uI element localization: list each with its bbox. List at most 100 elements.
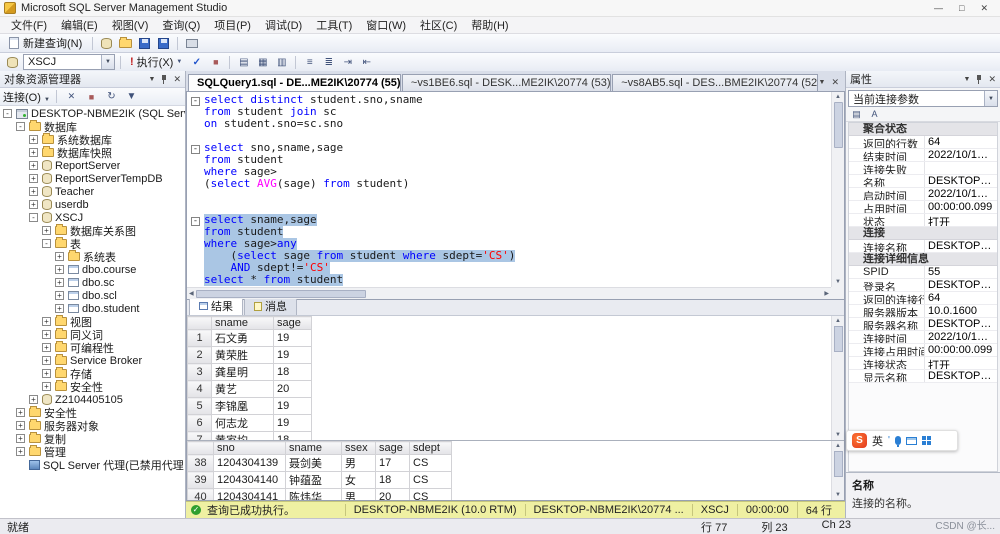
new-query-button[interactable]: 新建查询(N) xyxy=(4,34,87,52)
parse-query-icon[interactable]: ✓ xyxy=(188,55,205,70)
scrollbar-thumb[interactable] xyxy=(834,451,843,477)
expand-icon[interactable]: + xyxy=(29,200,38,209)
property-row[interactable]: 占用时间00:00:00.099 xyxy=(849,201,997,214)
maximize-icon[interactable]: □ xyxy=(951,3,972,14)
code-line[interactable]: (select AVG(sage) from student) xyxy=(187,178,831,190)
tree-item[interactable]: -DESKTOP-NBME2IK (SQL Server 10.0.160 xyxy=(0,107,185,120)
grid-cell[interactable]: 黄荣胜 xyxy=(212,347,274,364)
tree-item[interactable]: +ReportServerTempDB xyxy=(0,172,185,185)
collapse-icon[interactable]: - xyxy=(3,109,12,118)
tree-item[interactable]: +安全性 xyxy=(0,380,185,393)
property-value[interactable]: DESKTOP-NBME2I xyxy=(925,279,997,291)
chevron-down-icon[interactable]: ▼ xyxy=(149,76,156,83)
tree-item[interactable]: +存储 xyxy=(0,367,185,380)
grid-row-header[interactable]: 4 xyxy=(188,381,212,398)
property-category[interactable]: 聚合状态 xyxy=(849,123,997,136)
grid-cell[interactable]: 黄家均 xyxy=(212,432,274,441)
tree-item[interactable]: +管理 xyxy=(0,445,185,458)
grid-cell[interactable]: 何志龙 xyxy=(212,415,274,432)
scrollbar-thumb[interactable] xyxy=(196,290,366,298)
expand-icon[interactable]: + xyxy=(55,291,64,300)
property-row[interactable]: 结束时间2022/10/14 11:11:4 xyxy=(849,149,997,162)
grid-cell[interactable]: 男 xyxy=(342,489,376,501)
scrollbar-thumb[interactable] xyxy=(834,326,843,352)
collapse-icon[interactable]: - xyxy=(29,213,38,222)
tree-item[interactable]: +Z2104405105 xyxy=(0,393,185,406)
grid-cell[interactable]: 陈炜华 xyxy=(286,489,342,501)
filter-icon[interactable]: ▼ xyxy=(123,89,140,104)
fold-collapse-icon[interactable]: - xyxy=(191,217,200,226)
expand-icon[interactable]: + xyxy=(16,408,25,417)
menu-item[interactable]: 调试(D) xyxy=(258,16,309,34)
tree-item[interactable]: -数据库 xyxy=(0,120,185,133)
property-category[interactable]: 连接详细信息 xyxy=(849,253,997,266)
fold-gutter[interactable]: - xyxy=(187,94,204,106)
code-text[interactable]: on student.sno=sc.sno xyxy=(204,118,343,130)
cancel-query-icon[interactable]: ■ xyxy=(207,55,224,70)
tree-item[interactable]: -XSCJ xyxy=(0,211,185,224)
grid-cell[interactable]: 19 xyxy=(274,398,312,415)
tree-item[interactable]: +系统数据库 xyxy=(0,133,185,146)
ime-language-label[interactable]: 英 xyxy=(872,433,883,449)
property-row[interactable]: 服务器名称DESKTOP-NBME2I xyxy=(849,318,997,331)
grid-cell[interactable]: 女 xyxy=(342,472,376,489)
tree-item[interactable]: +userdb xyxy=(0,198,185,211)
expand-icon[interactable]: + xyxy=(42,369,51,378)
grid-cell[interactable]: 龚星明 xyxy=(212,364,274,381)
property-value[interactable]: 00:00:00.099 xyxy=(925,201,997,213)
grid-cell[interactable]: 石文勇 xyxy=(212,330,274,347)
grid-cell[interactable]: 18 xyxy=(274,364,312,381)
grid-cell[interactable]: 聂剑美 xyxy=(286,455,342,472)
tree-item[interactable]: +视图 xyxy=(0,315,185,328)
grid-vertical-scrollbar[interactable]: ▲ ▼ xyxy=(831,441,844,500)
outdent-icon[interactable]: ⇤ xyxy=(358,55,375,70)
grid-column-header[interactable]: sname xyxy=(286,442,342,455)
property-value[interactable]: 2022/10/14 11:11:4 xyxy=(925,149,997,161)
toolbox-icon[interactable] xyxy=(922,436,931,445)
property-row[interactable]: 名称DESKTOP-NBME2I xyxy=(849,175,997,188)
property-value[interactable]: DESKTOP-NBME2I xyxy=(925,318,997,330)
tree-item[interactable]: +Service Broker xyxy=(0,354,185,367)
code-line[interactable]: -select sname,sage xyxy=(187,214,831,226)
menu-item[interactable]: 查询(Q) xyxy=(155,16,207,34)
grid-cell[interactable]: 李锦凰 xyxy=(212,398,274,415)
expand-icon[interactable]: + xyxy=(29,135,38,144)
expand-icon[interactable]: + xyxy=(42,330,51,339)
grid-row-header[interactable]: 38 xyxy=(188,455,214,472)
refresh-icon[interactable]: ↻ xyxy=(103,89,120,104)
grid-row-header[interactable]: 3 xyxy=(188,364,212,381)
code-line[interactable]: select * from student xyxy=(187,274,831,286)
property-value[interactable]: 10.0.1600 xyxy=(925,305,997,317)
expand-icon[interactable]: + xyxy=(42,317,51,326)
code-text[interactable]: (select AVG(sage) from student) xyxy=(204,178,409,190)
close-icon[interactable]: ✕ xyxy=(173,74,181,85)
grid-row-header[interactable]: 40 xyxy=(188,489,214,501)
tree-item[interactable]: +可编程性 xyxy=(0,341,185,354)
grid-cell[interactable]: CS xyxy=(410,489,452,501)
grid-cell[interactable]: 19 xyxy=(274,415,312,432)
document-tab[interactable]: ~vs8AB5.sql - DES...BME2IK\20774 (52)) xyxy=(612,74,817,91)
menu-item[interactable]: 帮助(H) xyxy=(464,16,515,34)
property-value[interactable]: 打开 xyxy=(925,357,997,369)
expand-icon[interactable]: + xyxy=(16,447,25,456)
grid-column-header[interactable]: sage xyxy=(376,442,410,455)
grid-column-header[interactable]: sdept xyxy=(410,442,452,455)
save-icon[interactable] xyxy=(136,36,153,51)
scroll-down-icon[interactable]: ▼ xyxy=(833,277,843,287)
chevron-down-icon[interactable]: ▼ xyxy=(964,76,971,83)
tree-item[interactable]: SQL Server 代理(已禁用代理 XP) xyxy=(0,458,185,471)
menu-item[interactable]: 窗口(W) xyxy=(359,16,413,34)
document-list-icon[interactable]: ▼ xyxy=(819,79,826,86)
properties-object-combobox[interactable]: 当前连接参数 ▼ xyxy=(848,90,998,107)
comment-out-icon[interactable]: ≡ xyxy=(301,55,318,70)
tree-item[interactable]: +dbo.sc xyxy=(0,276,185,289)
grid-column-header[interactable]: sage xyxy=(274,317,312,330)
fold-collapse-icon[interactable]: - xyxy=(191,145,200,154)
execute-button[interactable]: ! 执行(X) ▼ xyxy=(126,53,186,71)
expand-icon[interactable]: + xyxy=(29,161,38,170)
tree-item[interactable]: +ReportServer xyxy=(0,159,185,172)
sql-editor[interactable]: -select distinct student.sno,snamefrom s… xyxy=(186,91,845,299)
menu-item[interactable]: 文件(F) xyxy=(4,16,54,34)
close-icon[interactable]: ✕ xyxy=(972,3,996,14)
expand-icon[interactable]: + xyxy=(55,252,64,261)
